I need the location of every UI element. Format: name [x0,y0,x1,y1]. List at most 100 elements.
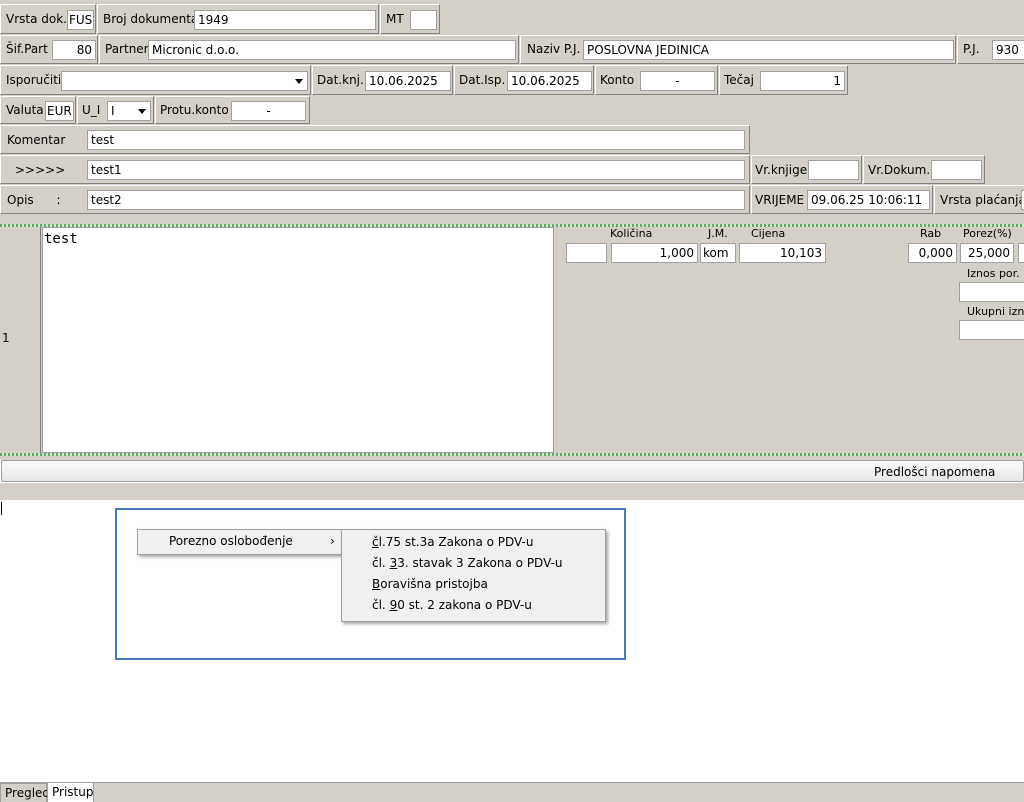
cijena-field[interactable]: 10,103 [739,243,826,263]
rab-field[interactable]: 0,000 [908,243,957,263]
partner-cell: Partner Micronic d.o.o. [99,35,519,64]
row-number: 1 [2,331,10,345]
u-i-label: U_I [82,103,101,117]
tab-strip [0,782,1024,802]
text: l.75 st.3a Zakona o PDV-u [378,535,534,549]
vrsta-placanja-label: Vrsta plaćanja [940,193,1024,207]
partner-field[interactable]: Micronic d.o.o. [148,40,516,60]
vr-knjige-field[interactable] [808,160,859,180]
vrijeme-field[interactable]: 09.06.25 10:06:11 [807,190,930,210]
komentar-cell: Komentar test [0,125,750,154]
protu-konto-cell: Protu.konto - [155,96,310,124]
chevron-down-icon[interactable] [291,72,307,90]
pj-field[interactable]: 930 [992,40,1024,60]
iznos-por-label: Iznos por. [967,267,1020,280]
konto-field[interactable]: - [640,71,715,91]
menu-item-label: Porezno oslobođenje [169,534,293,548]
mt-label: MT [386,12,404,26]
tecaj-cell: Tečaj 1 [719,65,848,95]
tab-pregled[interactable]: Pregled [0,783,50,802]
valuta-field[interactable]: EUR [45,101,74,121]
naziv-pj-field[interactable]: POSLOVNA JEDINICA [583,40,954,60]
protu-konto-field[interactable]: - [231,101,306,121]
submenu-item[interactable]: Boravišna pristojba [342,574,605,595]
dat-knj-cell: Dat.knj. 10.06.2025 [312,65,453,95]
protu-konto-label: Protu.konto [160,103,229,117]
tecaj-label: Tečaj [724,73,754,87]
isporuciti-dropdown[interactable] [61,71,308,91]
broj-dokumenta-field[interactable]: 1949 [194,10,376,30]
konto-label: Konto [600,73,635,87]
vrijeme-label: VRIJEME [755,193,805,207]
chevron-down-icon[interactable] [134,102,150,120]
mt-field[interactable] [410,10,437,30]
vrsta-placanja-cell: Vrsta plaćanja [934,185,1024,214]
text: 3. stavak 3 Zakona o PDV-u [397,556,563,570]
accelerator: B [372,577,381,591]
cijena-label: Cijena [751,227,786,240]
item-description-editor[interactable]: test [42,227,554,453]
rab-label: Rab [920,227,942,240]
text: čl. [372,556,390,570]
jm-label: J.M. [708,227,728,240]
vr-dokum-field[interactable] [931,160,982,180]
partner-label: Partner [105,42,149,56]
tab-pristup[interactable]: Pristup [47,782,94,802]
broj-dokumenta-cell: Broj dokumenta 1949 [97,4,379,34]
vr-knjige-label: Vr.knjige [755,163,808,177]
mt-cell: MT [380,4,440,34]
napomena-cell: >>>>> test1 [0,155,750,184]
isporuciti-cell: Isporučiti [0,65,311,95]
sif-part-field[interactable]: 80 [52,40,96,60]
item-code-field[interactable] [566,243,607,263]
konto-cell: Konto - [595,65,718,95]
kolicina-label: Količina [610,227,653,240]
napomena-field[interactable]: test1 [87,160,745,180]
porez-label: Porez(%) [963,227,1012,240]
text-cursor [1,502,2,515]
divider [0,453,1024,456]
dat-isp-label: Dat.Isp. [459,73,506,87]
komentar-label: Komentar [7,133,66,147]
vr-knjige-cell: Vr.knjige [751,155,862,184]
submenu-item[interactable]: čl. 33. stavak 3 Zakona o PDV-u [342,553,605,574]
ukupni-iznos-label: Ukupni iznos [967,305,1024,318]
context-menu: Porezno oslobođenje › [137,529,345,555]
vrsta-dok-field[interactable]: FUS [67,10,94,30]
predlosci-napomena-button[interactable]: Predlošci napomena [1,460,1024,482]
opis-field[interactable]: test2 [87,190,745,210]
row-indicator: 1 [0,227,41,453]
text: oravišna pristojba [380,577,488,591]
valuta-label: Valuta [6,103,44,117]
naziv-pj-cell: Naziv P.J. POSLOVNA JEDINICA [520,35,956,64]
ukupni-iznos-field[interactable] [959,320,1024,340]
predlosci-napomena-label: Predlošci napomena [874,465,996,479]
extra-field[interactable] [1018,243,1024,263]
opis-label: Opis : [7,193,61,207]
submenu-item[interactable]: čl. 90 st. 2 zakona o PDV-u [342,595,605,616]
u-i-cell: U_I I [77,96,154,124]
iznos-por-field[interactable] [959,282,1024,302]
separator-strip [0,483,1024,500]
vrsta-dok-label: Vrsta dok. [6,12,67,26]
text: čl. [372,598,390,612]
kolicina-field[interactable]: 1,000 [611,243,698,263]
tecaj-field[interactable]: 1 [760,71,845,91]
dat-knj-field[interactable]: 10.06.2025 [365,71,451,91]
arrows-label: >>>>> [15,163,66,177]
menu-item-porezno-oslobodjenje[interactable]: Porezno oslobođenje › [138,531,344,552]
sif-part-cell: Šif.Part 80 [0,35,98,64]
submenu-item[interactable]: čl.75 st.3a Zakona o PDV-u [342,532,605,553]
porez-field[interactable]: 25,000 [960,243,1014,263]
accelerator: č [372,535,379,549]
dat-isp-cell: Dat.Isp. 10.06.2025 [454,65,594,95]
komentar-field[interactable]: test [87,130,745,150]
vrijeme-cell: VRIJEME 09.06.25 10:06:11 [751,185,933,214]
submenu: čl.75 st.3a Zakona o PDV-u čl. 33. stava… [341,529,606,622]
naziv-pj-label: Naziv P.J. [527,42,581,56]
pj-cell: P.J. 930 [957,35,1024,64]
jm-field[interactable]: kom [700,243,736,263]
vr-dokum-label: Vr.Dokum. [868,163,931,177]
chevron-right-icon: › [330,534,335,548]
dat-isp-field[interactable]: 10.06.2025 [507,71,592,91]
